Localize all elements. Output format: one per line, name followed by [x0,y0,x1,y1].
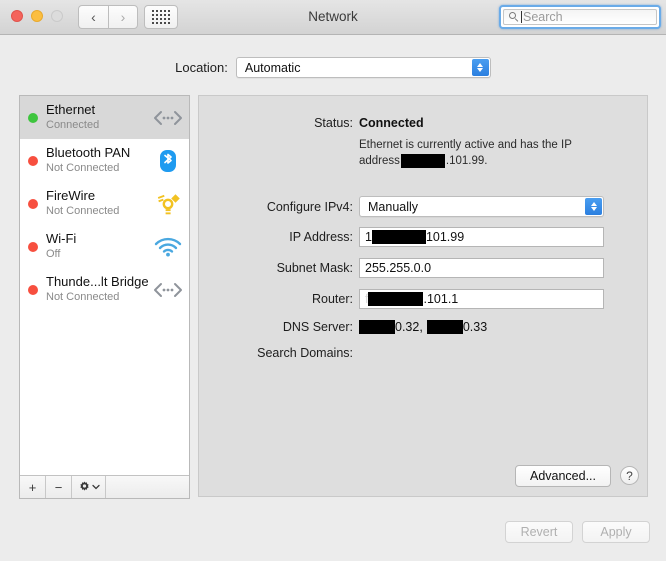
advanced-button[interactable]: Advanced... [515,465,611,487]
dns-server-value: 0.32, 0.33 [359,320,487,334]
search-placeholder: Search [523,10,563,24]
interface-state: Not Connected [46,162,120,175]
router-suffix: .101.1 [423,292,459,306]
configure-ipv4-label: Configure IPv4: [266,199,353,214]
interface-name: Ethernet [46,102,96,118]
advanced-button-label: Advanced... [529,469,596,483]
sidebar-item-firewire[interactable]: FireWire Not Connected [20,182,189,225]
apply-button-label: Apply [600,525,632,539]
status-dot-disconnected [28,241,38,252]
router-input[interactable]: f .101.1 [359,289,604,309]
interface-sidebar: Ethernet Connected Bluetooth PAN Not Con… [19,95,190,499]
router-label: Router: [312,292,353,306]
chevron-down-icon [91,484,100,490]
dns-server-row: DNS Server: 0.32, 0.33 [199,320,487,334]
interface-list: Ethernet Connected Bluetooth PAN Not Con… [20,96,189,478]
status-dot-disconnected [28,284,38,295]
subnet-mask-value: 255.255.0.0 [365,261,432,275]
subnet-mask-input[interactable]: 255.255.0.0 [359,258,604,278]
thunderbolt-icon [153,277,183,303]
sidebar-toolbar-spacer [106,476,189,498]
location-row: Location: Automatic [0,57,666,78]
help-button[interactable]: ? [620,466,639,485]
status-dot-disconnected [28,155,38,166]
ip-address-prefix: 1 [365,230,372,244]
dns-server-label: DNS Server: [282,320,353,334]
search-domains-row: Search Domains: [199,346,359,360]
status-description-row: Ethernet is currently active and has the… [199,138,589,169]
status-badge: Connected [359,116,424,130]
search-icon [509,11,520,23]
redacted-ip-octets [371,230,426,244]
sidebar-item-thunderbolt-bridge[interactable]: Thunde...lt Bridge Not Connected [20,268,189,311]
interface-state: Not Connected [46,291,120,304]
configure-ipv4-select[interactable]: Manually [359,196,604,217]
subnet-mask-row: Subnet Mask: 255.255.0.0 [199,258,604,278]
window-titlebar: ‹ › Network Search [0,0,666,35]
ip-address-input[interactable]: 1 101.99 [359,227,604,247]
status-description-after: .101.99. [445,154,488,167]
status-dot-disconnected [28,198,38,209]
ip-address-label: IP Address: [289,230,353,244]
ip-address-row: IP Address: 1 101.99 [199,227,604,247]
minus-icon: − [54,479,63,495]
status-description: Ethernet is currently active and has the… [359,138,589,169]
interface-name: FireWire [46,188,96,204]
sidebar-item-ethernet[interactable]: Ethernet Connected [20,96,189,139]
router-row: Router: f .101.1 [199,289,604,309]
firewire-icon [153,191,183,217]
dns-first-suffix: 0.32, [395,320,423,334]
remove-interface-button[interactable]: − [46,476,72,498]
redacted-dns-second [426,320,463,334]
question-mark-icon: ? [626,468,633,483]
sidebar-item-wifi[interactable]: Wi-Fi Off [20,225,189,268]
redacted-ip-prefix [400,153,445,168]
search-field[interactable]: Search [499,5,661,29]
interface-name: Bluetooth PAN [46,145,131,161]
location-select[interactable]: Automatic [235,57,491,78]
redacted-dns-first [359,320,395,334]
revert-button-label: Revert [520,525,558,539]
apply-button: Apply [582,521,650,543]
bluetooth-icon [153,148,183,174]
subnet-mask-label: Subnet Mask: [276,261,353,275]
revert-button: Revert [505,521,573,543]
wifi-icon [153,234,183,260]
interface-state: Off [46,248,61,261]
interface-state: Not Connected [46,205,120,218]
chevron-updown-icon [585,198,602,215]
text-caret [521,11,522,23]
configure-ipv4-value: Manually [368,199,419,214]
interface-state: Connected [46,119,100,132]
location-label: Location: [175,60,228,75]
status-dot-connected [28,112,38,123]
status-label: Status: [314,116,353,130]
interface-name: Wi-Fi [46,231,77,247]
thunderbolt-icon [153,105,183,131]
dns-second-suffix: 0.33 [462,320,488,334]
gear-icon [79,480,89,491]
plus-icon: + [28,479,37,495]
ip-address-suffix: 101.99 [425,230,465,244]
configure-ipv4-row: Configure IPv4: Manually [199,196,604,217]
sidebar-toolbar: + − [20,475,189,498]
search-domains-label: Search Domains: [257,346,353,360]
interface-name: Thunde...lt Bridge [46,274,149,290]
redacted-router-octets [368,292,424,306]
chevron-updown-icon [471,59,489,76]
location-value: Automatic [244,60,301,75]
interface-actions-button[interactable] [72,476,106,498]
status-row: Status: Connected [199,116,424,130]
interface-detail-panel: Status: Connected Ethernet is currently … [198,95,648,497]
add-interface-button[interactable]: + [20,476,46,498]
sidebar-item-bluetooth-pan[interactable]: Bluetooth PAN Not Connected [20,139,189,182]
